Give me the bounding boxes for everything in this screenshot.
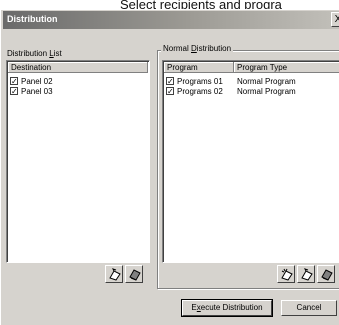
delete-destination-button[interactable] [125,265,143,283]
program-name: Programs 02 [177,87,223,96]
add-icon [281,268,293,281]
column-header-program-type[interactable]: Program Type [234,62,339,73]
edit-program-button[interactable] [297,265,315,283]
close-icon: X [335,14,339,25]
execute-distribution-button[interactable]: Execute Distribution [181,299,273,317]
checkbox-panel-02[interactable]: ✓ [10,77,18,86]
item-label: Panel 03 [21,87,53,96]
checkbox-programs-02[interactable]: ✓ [166,87,174,96]
normal-distribution-legend: Normal Distribution [161,44,234,53]
close-button[interactable]: X [331,12,339,27]
distribution-dialog: Distribution X Distribution List Destina… [0,9,339,325]
title-bar[interactable]: Distribution [3,11,339,29]
column-header-program[interactable]: Program [164,62,234,73]
delete-program-button[interactable] [317,265,335,283]
delete-icon [321,269,333,281]
distribution-list-label: Distribution List [7,49,62,58]
edit-destination-button[interactable] [105,265,123,283]
program-type: Normal Program [237,87,296,96]
table-row[interactable]: ✓ Programs 02 Normal Program [166,86,339,97]
add-program-button[interactable] [277,265,295,283]
cancel-button[interactable]: Cancel [281,300,337,316]
program-list[interactable]: Program Program Type ✓ Programs 01 Norma… [162,60,339,263]
window-title: Distribution [7,14,58,24]
checkbox-programs-01[interactable]: ✓ [166,77,174,86]
checkbox-panel-03[interactable]: ✓ [10,87,18,96]
column-header-destination[interactable]: Destination [8,62,148,73]
edit-icon [109,268,121,281]
delete-icon [129,269,141,281]
edit-icon [301,268,313,281]
distribution-list[interactable]: Destination ✓ Panel 02 ✓ Panel 03 [6,60,150,263]
